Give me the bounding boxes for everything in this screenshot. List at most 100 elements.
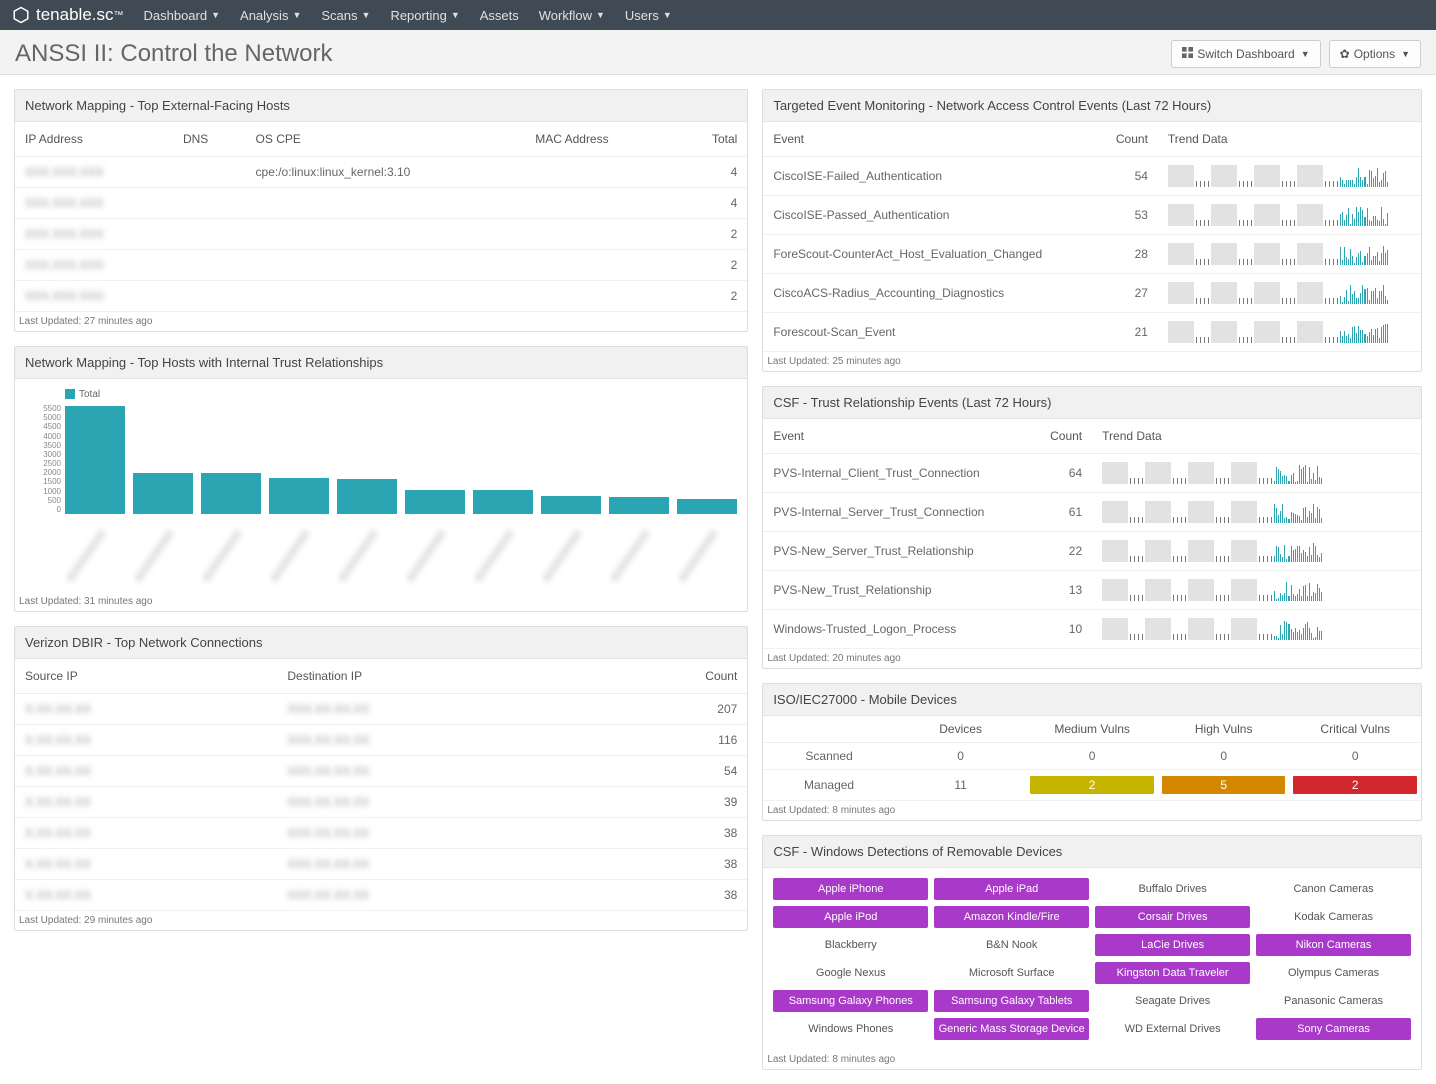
table-row[interactable]: Forescout-Scan_Event21	[763, 313, 1421, 352]
removable-chip[interactable]: Apple iPad	[934, 878, 1089, 900]
removable-chip[interactable]: Generic Mass Storage Device	[934, 1018, 1089, 1040]
col-high[interactable]: High Vulns	[1158, 716, 1290, 743]
removable-chip[interactable]: Panasonic Cameras	[1256, 990, 1411, 1012]
table-row[interactable]: X.XX.XX.XXXXX.XX.XX.XX38	[15, 849, 747, 880]
table-row[interactable]: PVS-New_Server_Trust_Relationship22	[763, 532, 1421, 571]
table-row[interactable]: XXX.XXX.XXX2	[15, 250, 747, 281]
panel-footer: Last Updated: 27 minutes ago	[15, 312, 747, 331]
table-row[interactable]: X.XX.XX.XXXXX.XX.XX.XX207	[15, 694, 747, 725]
chart-bar[interactable]	[541, 496, 601, 514]
grid-icon	[1182, 47, 1193, 61]
removable-chip[interactable]: Kodak Cameras	[1256, 906, 1411, 928]
chart-bar[interactable]	[201, 473, 261, 514]
panel-footer: Last Updated: 29 minutes ago	[15, 911, 747, 930]
nav-assets[interactable]: Assets	[480, 8, 519, 23]
table-row[interactable]: CiscoISE-Failed_Authentication54	[763, 157, 1421, 196]
table-row[interactable]: PVS-New_Trust_Relationship13	[763, 571, 1421, 610]
table-row[interactable]: Scanned0000	[763, 743, 1421, 770]
removable-chip[interactable]: Sony Cameras	[1256, 1018, 1411, 1040]
col-dns[interactable]: DNS	[173, 122, 246, 157]
col-crit[interactable]: Critical Vulns	[1289, 716, 1421, 743]
removable-chip[interactable]: Blackberry	[773, 934, 928, 956]
chart-bar[interactable]	[405, 490, 465, 514]
table-row[interactable]: X.XX.XX.XXXXX.XX.XX.XX116	[15, 725, 747, 756]
chart-bar[interactable]	[65, 406, 125, 514]
chart-bar[interactable]	[133, 473, 193, 514]
removable-chip[interactable]: Corsair Drives	[1095, 906, 1250, 928]
nav-users[interactable]: Users▼	[625, 8, 672, 23]
panel-footer: Last Updated: 31 minutes ago	[15, 592, 747, 611]
col-total[interactable]: Total	[675, 122, 748, 157]
table-row[interactable]: X.XX.XX.XXXXX.XX.XX.XX54	[15, 756, 747, 787]
removable-chip[interactable]: Apple iPod	[773, 906, 928, 928]
panel-trust-hosts: Network Mapping - Top Hosts with Interna…	[14, 346, 748, 612]
table-row[interactable]: ForeScout-CounterAct_Host_Evaluation_Cha…	[763, 235, 1421, 274]
chart-bar[interactable]	[473, 490, 533, 514]
removable-chip[interactable]: Buffalo Drives	[1095, 878, 1250, 900]
removable-chip[interactable]: B&N Nook	[934, 934, 1089, 956]
removable-chip[interactable]: LaCie Drives	[1095, 934, 1250, 956]
nav-reporting[interactable]: Reporting▼	[390, 8, 459, 23]
col-trend[interactable]: Trend Data	[1158, 122, 1421, 157]
switch-dashboard-button[interactable]: Switch Dashboard▼	[1171, 40, 1320, 68]
col-count[interactable]: Count	[589, 659, 748, 694]
col-devices[interactable]: Devices	[895, 716, 1027, 743]
col-trend[interactable]: Trend Data	[1092, 419, 1421, 454]
chart-bar[interactable]	[677, 499, 737, 514]
col-src[interactable]: Source IP	[15, 659, 277, 694]
brand-logo[interactable]: tenable.sc™	[12, 5, 124, 25]
col-event[interactable]: Event	[763, 122, 1092, 157]
table-row[interactable]: XXX.XXX.XXXcpe:/o:linux:linux_kernel:3.1…	[15, 157, 747, 188]
removable-chip[interactable]: Seagate Drives	[1095, 990, 1250, 1012]
table-row[interactable]: CiscoACS-Radius_Accounting_Diagnostics27	[763, 274, 1421, 313]
table-row[interactable]: XXX.XXX.XXX2	[15, 281, 747, 312]
col-event[interactable]: Event	[763, 419, 1026, 454]
col-med[interactable]: Medium Vulns	[1026, 716, 1158, 743]
trust-barchart[interactable]: 5500500045004000350030002500200015001000…	[25, 404, 737, 514]
removable-chip[interactable]: WD External Drives	[1095, 1018, 1250, 1040]
nav-workflow[interactable]: Workflow▼	[539, 8, 605, 23]
removable-chip[interactable]: Microsoft Surface	[934, 962, 1089, 984]
table-row[interactable]: Windows-Trusted_Logon_Process10	[763, 610, 1421, 649]
table-row[interactable]: X.XX.XX.XXXXX.XX.XX.XX39	[15, 787, 747, 818]
table-row[interactable]: PVS-Internal_Server_Trust_Connection61	[763, 493, 1421, 532]
col-count[interactable]: Count	[1092, 122, 1158, 157]
table-row[interactable]: X.XX.XX.XXXXX.XX.XX.XX38	[15, 880, 747, 911]
col-ip[interactable]: IP Address	[15, 122, 173, 157]
panel-title: Network Mapping - Top External-Facing Ho…	[15, 90, 747, 122]
removable-chip[interactable]: Olympus Cameras	[1256, 962, 1411, 984]
chart-bar[interactable]	[609, 497, 669, 514]
col-mac[interactable]: MAC Address	[525, 122, 674, 157]
table-row[interactable]: Managed11252	[763, 770, 1421, 801]
removable-grid: Apple iPhone Apple iPad Buffalo Drives Cano…	[763, 868, 1421, 1050]
removable-chip[interactable]: Amazon Kindle/Fire	[934, 906, 1089, 928]
removable-chip[interactable]: Apple iPhone	[773, 878, 928, 900]
csf-trust-table: Event Count Trend Data PVS-Internal_Clie…	[763, 419, 1421, 649]
removable-chip[interactable]: Windows Phones	[773, 1018, 928, 1040]
table-row[interactable]: XXX.XXX.XXX2	[15, 219, 747, 250]
panel-title: ISO/IEC27000 - Mobile Devices	[763, 684, 1421, 716]
sparkline	[1102, 618, 1322, 640]
removable-chip[interactable]: Kingston Data Traveler	[1095, 962, 1250, 984]
nav-scans[interactable]: Scans▼	[321, 8, 370, 23]
removable-chip[interactable]: Canon Cameras	[1256, 878, 1411, 900]
nav-analysis[interactable]: Analysis▼	[240, 8, 301, 23]
table-row[interactable]: XXX.XXX.XXX4	[15, 188, 747, 219]
table-row[interactable]: X.XX.XX.XXXXX.XX.XX.XX38	[15, 818, 747, 849]
col-count[interactable]: Count	[1026, 419, 1092, 454]
removable-chip[interactable]: Samsung Galaxy Tablets	[934, 990, 1089, 1012]
nac-events-table: Event Count Trend Data CiscoISE-Failed_A…	[763, 122, 1421, 352]
removable-chip[interactable]: Google Nexus	[773, 962, 928, 984]
chart-bar[interactable]	[337, 479, 397, 514]
options-button[interactable]: ✿ Options▼	[1329, 40, 1421, 68]
table-row[interactable]: CiscoISE-Passed_Authentication53	[763, 196, 1421, 235]
chart-bar[interactable]	[269, 478, 329, 514]
removable-chip[interactable]: Nikon Cameras	[1256, 934, 1411, 956]
nav-dashboard[interactable]: Dashboard▼	[144, 8, 221, 23]
removable-chip[interactable]: Samsung Galaxy Phones	[773, 990, 928, 1012]
col-dst[interactable]: Destination IP	[277, 659, 588, 694]
col-cpe[interactable]: OS CPE	[246, 122, 526, 157]
panel-title: Verizon DBIR - Top Network Connections	[15, 627, 747, 659]
table-row[interactable]: PVS-Internal_Client_Trust_Connection64	[763, 454, 1421, 493]
sparkline	[1168, 243, 1388, 265]
